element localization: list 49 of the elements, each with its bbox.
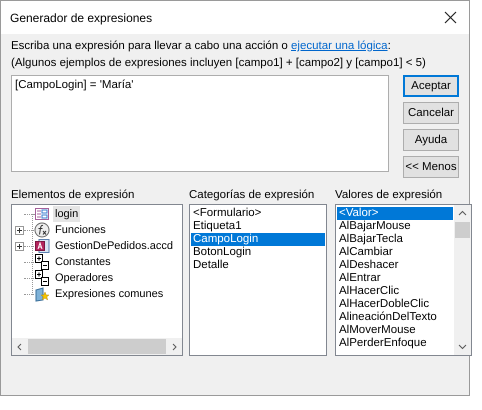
list-item[interactable]: Detalle	[191, 259, 325, 272]
list-item[interactable]: AlBajarTecla	[337, 233, 453, 246]
vertical-scrollbar[interactable]	[454, 205, 471, 355]
scroll-right-icon[interactable]	[170, 342, 178, 350]
tree-item[interactable]: Expresiones comunes	[53, 286, 166, 302]
logic-link[interactable]: ejecutar una lógica	[291, 40, 388, 52]
list-item[interactable]: AlMoverMouse	[337, 324, 453, 337]
scroll-up-icon[interactable]	[458, 209, 467, 218]
scrollbar-thumb[interactable]	[455, 222, 470, 238]
tree-item[interactable]: login	[53, 206, 80, 222]
list-item[interactable]: AlineaciónDelTexto	[337, 311, 453, 324]
dialog-button[interactable]: Cancelar	[403, 102, 459, 124]
dialog-button[interactable]: Ayuda	[403, 129, 459, 151]
list-item[interactable]: AlBajarMouse	[337, 220, 453, 233]
list-item[interactable]: AlHacerDobleClic	[337, 298, 453, 311]
list-item[interactable]: AlEntrar	[337, 272, 453, 285]
list-item[interactable]: Etiqueta1	[191, 220, 325, 233]
list-item[interactable]: AlDeshacer	[337, 259, 453, 272]
list-item[interactable]: AlHacerClic	[337, 285, 453, 298]
scroll-left-icon[interactable]	[16, 342, 24, 350]
tree-item[interactable]: Constantes	[53, 254, 113, 270]
plus-minus-icon	[34, 254, 50, 270]
panel-label: Categorías de expresión	[189, 188, 316, 203]
panel-label: Valores de expresión	[335, 188, 444, 203]
tree-item[interactable]: Funciones	[53, 222, 108, 238]
close-icon[interactable]	[444, 11, 457, 24]
star-folder-icon	[34, 286, 50, 302]
expression-field[interactable]: [CampoLogin] = 'María'	[11, 75, 389, 172]
dialog-button[interactable]: Aceptar	[403, 75, 459, 97]
function-icon	[34, 222, 50, 238]
examples-text: (Algunos ejemplos de expresiones incluyen [campo1] + [campo2] y [campo1] < 5)	[11, 56, 427, 71]
plus-minus-icon	[34, 270, 50, 286]
scroll-down-icon[interactable]	[458, 342, 467, 351]
expand-icon[interactable]	[15, 226, 24, 234]
list-item[interactable]: AlCambiar	[337, 246, 453, 259]
list-item[interactable]: CampoLogin	[191, 233, 325, 246]
database-icon	[34, 238, 50, 254]
instruction-text: Escriba una expresión para llevar a cabo una acción o ejecutar una lógica:	[11, 39, 392, 54]
horizontal-scrollbar[interactable]	[12, 338, 182, 355]
window-title: Generador de expresiones	[10, 10, 152, 24]
list-item[interactable]: AlPerderEnfoque	[337, 337, 453, 350]
list-item[interactable]: <Formulario>	[191, 207, 325, 220]
dialog-button[interactable]: << Menos	[403, 156, 459, 178]
panel-label: Elementos de expresión	[11, 188, 136, 203]
tree-item[interactable]: Operadores	[53, 270, 116, 286]
expand-icon[interactable]	[15, 242, 24, 250]
tree-item[interactable]: GestionDePedidos.accd	[53, 238, 176, 254]
list-item[interactable]: <Valor>	[337, 207, 453, 220]
list-item[interactable]: BotonLogin	[191, 246, 325, 259]
